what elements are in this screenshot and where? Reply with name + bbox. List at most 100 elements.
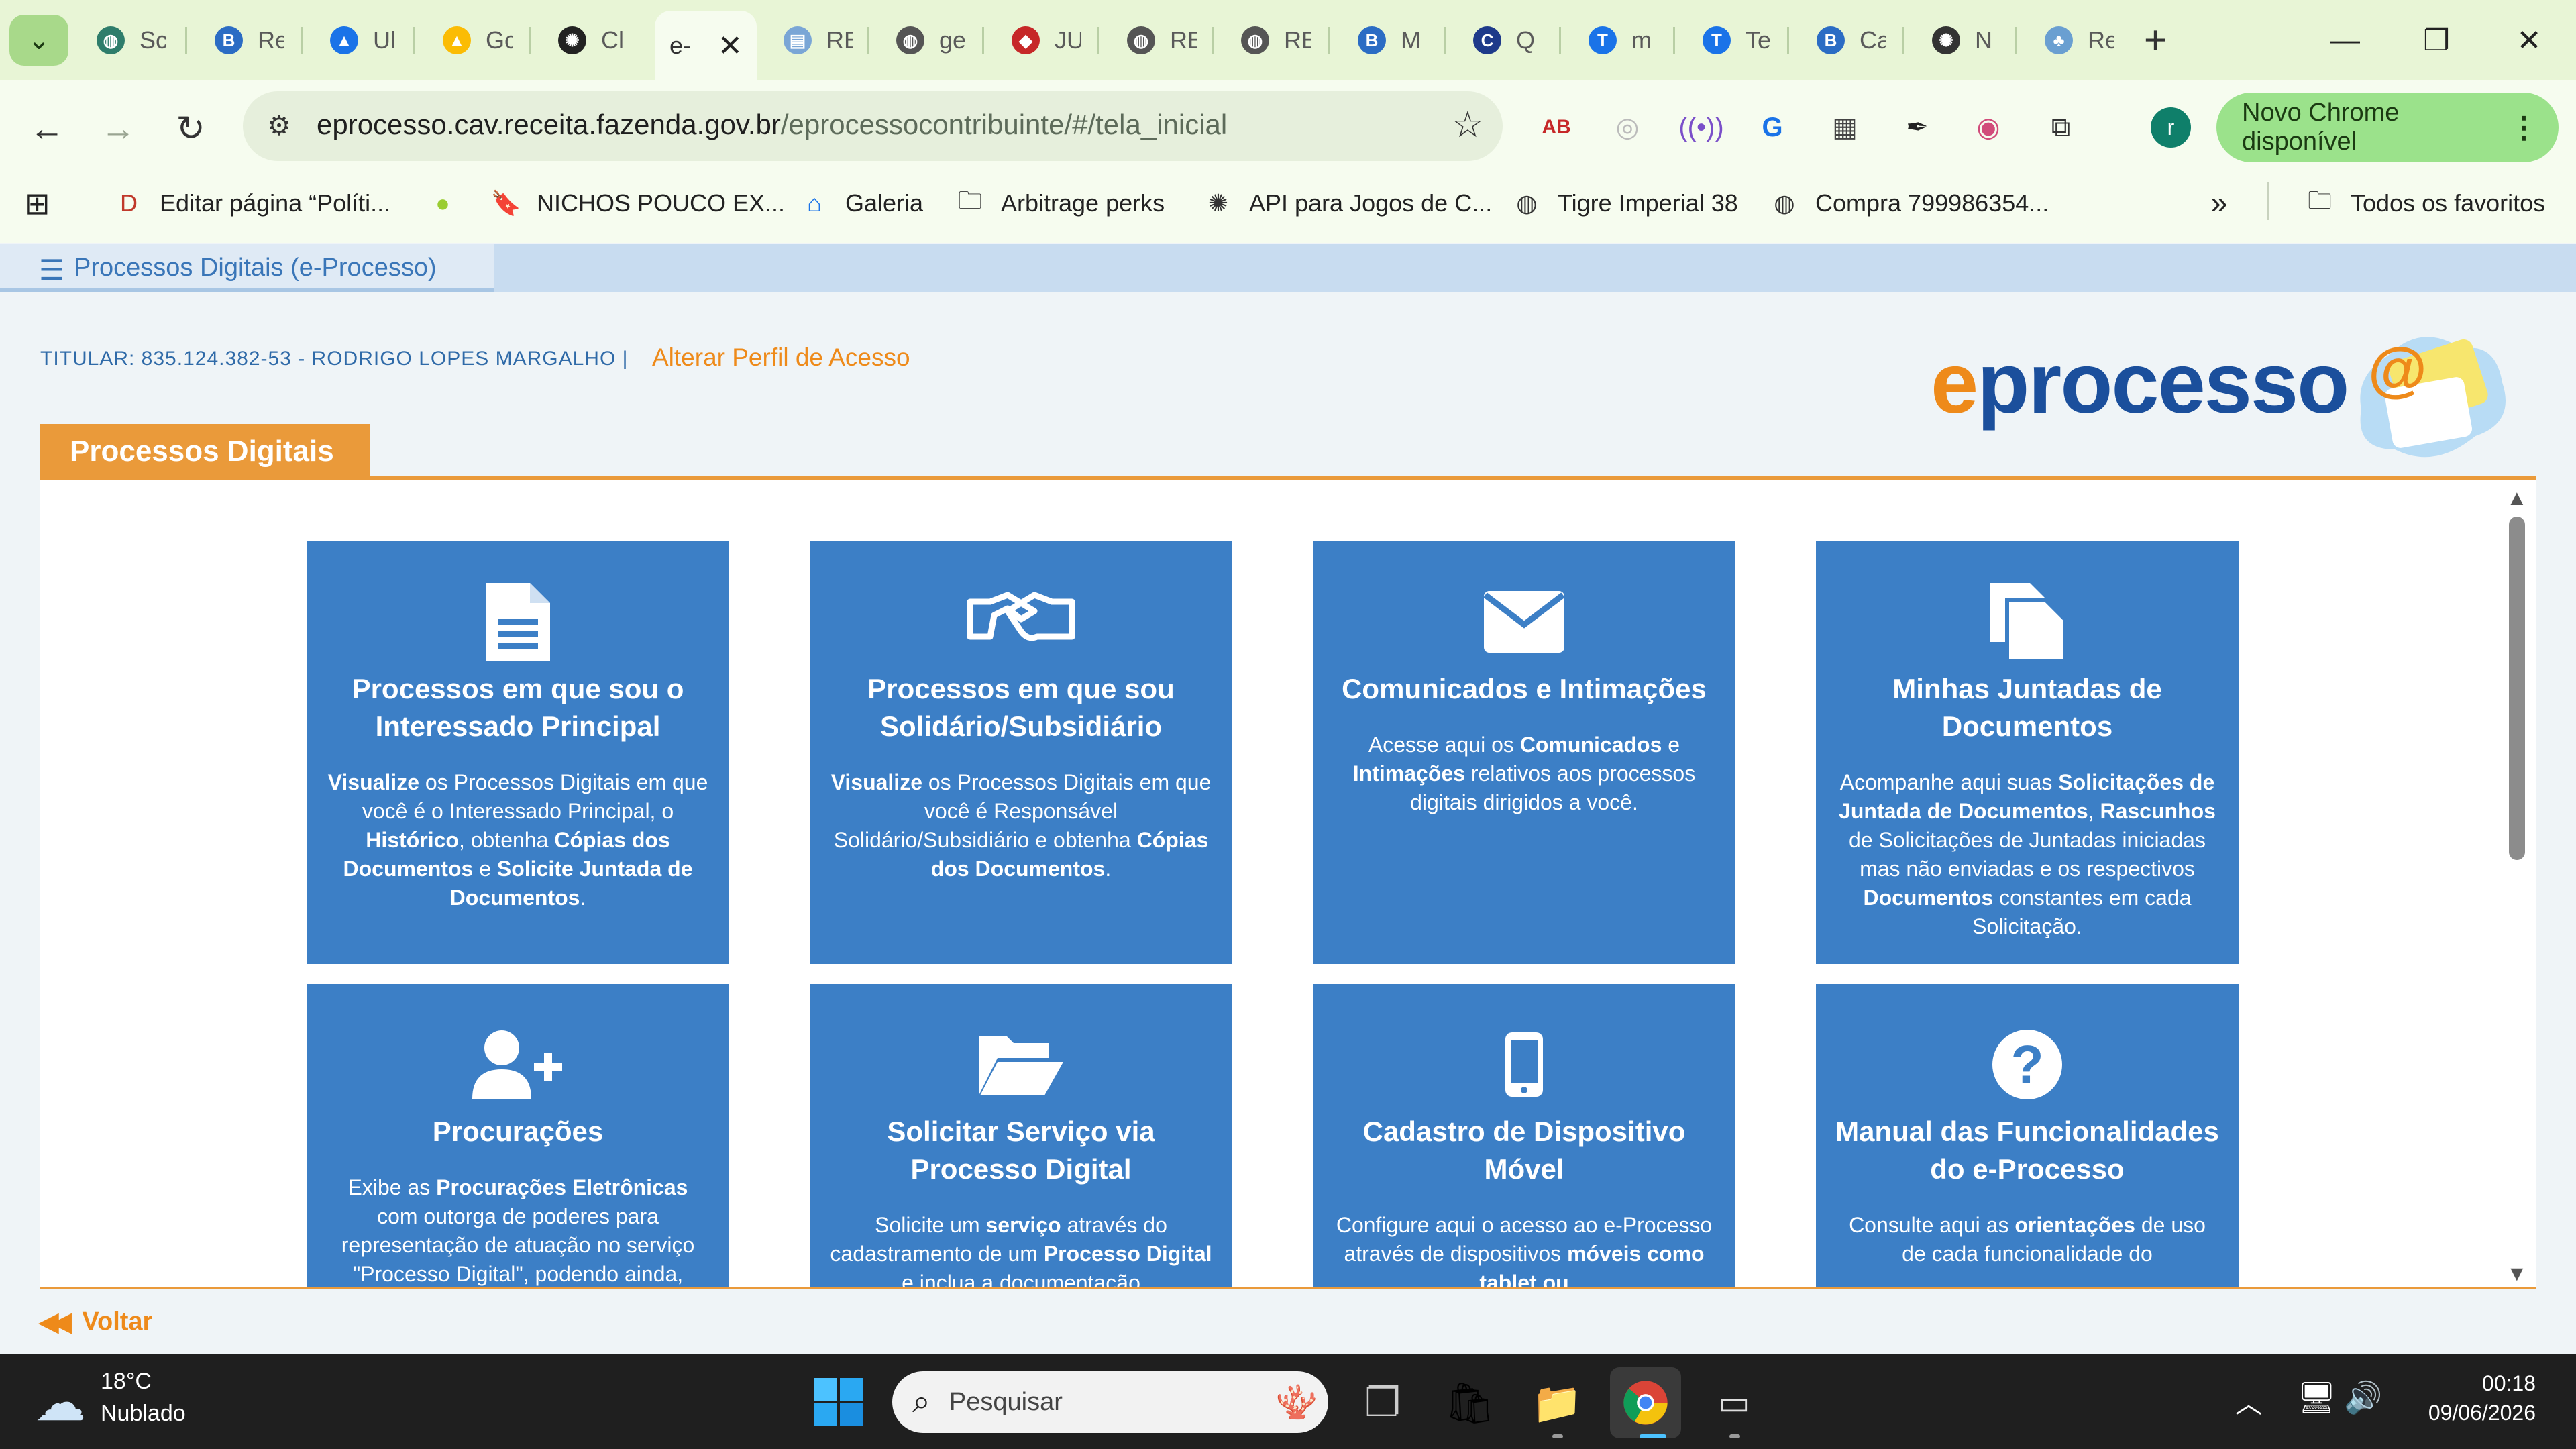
new-tab-button[interactable]: + <box>2144 20 2167 60</box>
tab-7[interactable]: ◆ JU <box>985 12 1097 68</box>
card-question[interactable]: ? Manual das Funcionalidades do e-Process… <box>1816 984 2239 1288</box>
tab-separator <box>185 27 187 54</box>
tray-chevron-up-icon[interactable]: ︿ <box>2235 1382 2262 1421</box>
translate-icon[interactable]: G <box>1752 107 1792 148</box>
folder-icon: 🗀 <box>2307 186 2332 214</box>
bookmark-7[interactable]: ◍ Compra 799986354... <box>1768 182 2049 224</box>
restore-button[interactable]: ❐ <box>2403 13 2470 67</box>
card-envelope[interactable]: Comunicados e Intimações Acesse aqui os C… <box>1313 541 1735 964</box>
chrome-icon[interactable] <box>1615 1373 1676 1433</box>
card-document[interactable]: Processos em que sou o Interessado Princ… <box>307 541 729 964</box>
tab-2[interactable]: ▲ Ul <box>303 12 416 68</box>
scrollbar-thumb[interactable] <box>2509 517 2525 860</box>
apps-icon[interactable]: ⊞ <box>24 182 50 224</box>
bookmark-4[interactable]: 🗀 Arbitrage perks <box>954 182 1165 224</box>
menu-icon[interactable]: ☰ <box>39 254 64 286</box>
weather-description[interactable]: Nublado <box>101 1401 186 1427</box>
eyedropper-icon[interactable]: ✒ <box>1897 107 1937 148</box>
puzzle-icon[interactable]: ⧉ <box>2041 107 2081 148</box>
tab-4[interactable]: ✺ Cl <box>531 12 644 68</box>
card-mobile[interactable]: Cadastro de Dispositivo Móvel Configure a… <box>1313 984 1735 1288</box>
change-profile-link[interactable]: Alterar Perfil de Acesso <box>652 343 910 372</box>
tab-10[interactable]: BM <box>1331 12 1444 68</box>
card-description-part: Exibe as <box>347 1175 437 1199</box>
logo-e-icon: @ <box>2368 336 2427 403</box>
card-description: Exibe as Procurações Eletrônicas com out… <box>325 1173 710 1288</box>
card-folder-open[interactable]: Solicitar Serviço via Processo Digital So… <box>810 984 1232 1288</box>
bookmark-5[interactable]: ✺ API para Jogos de C... <box>1202 182 1492 224</box>
broadcast-icon[interactable]: ((•)) <box>1678 107 1723 148</box>
bookmark-label: Arbitrage perks <box>1001 189 1165 217</box>
bookmark-3[interactable]: ⌂ Galeria <box>798 182 923 224</box>
terminal-icon[interactable]: ▭ <box>1704 1373 1764 1433</box>
tab-1[interactable]: B Re <box>188 12 301 68</box>
scroll-up-icon[interactable]: ▲ <box>2506 486 2528 511</box>
extension-icon[interactable]: ◎ <box>1607 107 1648 148</box>
tab-separator <box>1097 27 1099 54</box>
tab-6[interactable]: ◍ ge <box>869 12 982 68</box>
clock-date[interactable]: 09/06/2026 <box>2388 1401 2536 1426</box>
bookmark-6[interactable]: ◍ Tigre Imperial 38 <box>1511 182 1738 224</box>
back-button[interactable]: ← <box>20 102 74 156</box>
all-bookmarks[interactable]: 🗀 Todos os favoritos <box>2304 182 2545 224</box>
card-description-part: Rascunhos <box>2100 799 2216 823</box>
ds-icon: D <box>120 189 138 217</box>
chevron-right-icon[interactable]: » <box>2211 182 2227 224</box>
tab-3[interactable]: ▲ Gc <box>416 12 529 68</box>
card-user-plus[interactable]: Procurações Exibe as Procurações Eletrôni… <box>307 984 729 1288</box>
store-icon[interactable]: 🛍 <box>1440 1373 1500 1433</box>
card-title: Procurações <box>432 1116 604 1147</box>
bookmark-2[interactable]: 🔖 NICHOS POUCO EX... <box>490 182 785 224</box>
update-chrome-button[interactable]: Novo Chrome disponível ⋮ <box>2216 93 2559 162</box>
tab-0[interactable]: ◍ Sc <box>70 12 182 68</box>
tab-13[interactable]: T Te <box>1676 12 1788 68</box>
card-description-part: e <box>1662 733 1680 757</box>
reload-button[interactable]: ↻ <box>164 102 217 156</box>
scroll-down-icon[interactable]: ▼ <box>2506 1261 2528 1286</box>
tab-16[interactable]: ♣ Re <box>2018 12 2131 68</box>
card-handshake[interactable]: Processos em que sou Solidário/Subsidiár… <box>810 541 1232 964</box>
bookmark-0[interactable]: D Editar página “Políti... <box>113 182 390 224</box>
tab-5[interactable]: ▤ RE <box>757 12 869 68</box>
back-link[interactable]: ◀◀ Voltar <box>39 1307 152 1337</box>
network-icon[interactable]: 🖥 <box>2297 1379 2336 1416</box>
windows-start-icon[interactable] <box>813 1377 864 1428</box>
url-text[interactable]: eprocesso.cav.receita.fazenda.gov.br/epr… <box>317 109 1227 141</box>
minimize-button[interactable]: — <box>2312 13 2379 67</box>
bookmark-1[interactable]: ● <box>427 182 474 224</box>
avatar[interactable]: r <box>2151 107 2191 148</box>
file-explorer-icon[interactable]: 📁 <box>1527 1373 1587 1433</box>
tab-separator <box>2015 27 2017 54</box>
app-title[interactable]: Processos Digitais (e-Processo) <box>74 254 437 282</box>
tab-active[interactable]: e- ✕ <box>655 11 757 80</box>
site-info-icon[interactable]: ⚙ <box>259 106 299 146</box>
tab-15[interactable]: ✺ N <box>1905 12 2018 68</box>
address-bar[interactable]: ⚙ eprocesso.cav.receita.fazenda.gov.br/e… <box>243 91 1503 161</box>
openai-icon: ✺ <box>1932 26 1960 54</box>
forward-button[interactable]: → <box>91 102 145 156</box>
tab-12[interactable]: Tm <box>1562 12 1674 68</box>
cloud-icon[interactable]: ☁ <box>35 1373 86 1432</box>
card-files[interactable]: Minhas Juntadas de Documentos Acompanhe a… <box>1816 541 2239 964</box>
tab-11[interactable]: CQ <box>1446 12 1559 68</box>
tab-9[interactable]: ◍ RE <box>1214 12 1327 68</box>
calculator-icon[interactable]: ▦ <box>1825 107 1865 148</box>
weather-temperature[interactable]: 18°C <box>101 1368 152 1395</box>
tab-title: e- <box>669 32 692 59</box>
tab-separator <box>413 27 415 54</box>
tab-14[interactable]: B Ca <box>1790 12 1902 68</box>
star-icon[interactable]: ☆ <box>1452 103 1484 146</box>
tab-search-button[interactable]: ⌄ <box>9 15 68 66</box>
taskbar-search[interactable]: ⌕ Pesquisar 🪸 <box>892 1371 1328 1433</box>
adblock-icon[interactable]: AB <box>1536 107 1576 148</box>
extension-circle-icon[interactable]: ◉ <box>1968 107 2008 148</box>
volume-icon[interactable]: 🔊 <box>2344 1379 2382 1416</box>
close-icon[interactable]: ✕ <box>718 29 743 63</box>
bookmark-label: Compra 799986354... <box>1815 189 2049 217</box>
card-description-part: Solicite um <box>875 1213 986 1237</box>
clock-time[interactable]: 00:18 <box>2455 1371 2536 1396</box>
all-bookmarks-label: Todos os favoritos <box>2351 189 2546 217</box>
tab-8[interactable]: ◍ RE <box>1100 12 1213 68</box>
close-window-button[interactable]: ✕ <box>2496 13 2563 67</box>
task-view-icon[interactable]: ❐ <box>1352 1373 1413 1433</box>
